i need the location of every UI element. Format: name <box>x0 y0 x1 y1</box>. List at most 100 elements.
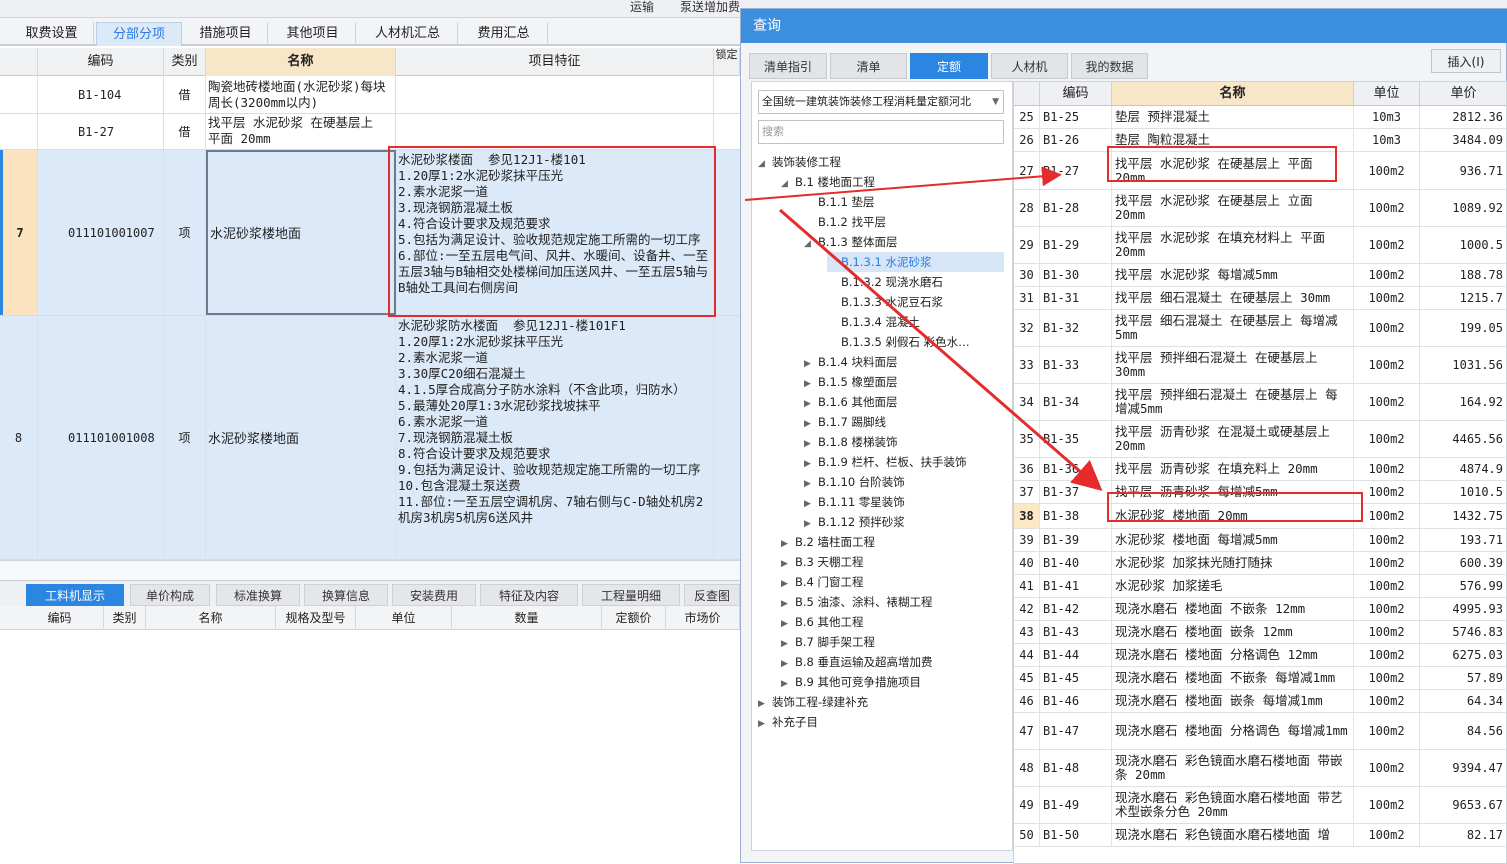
tab-other-items[interactable]: 其他项目 <box>270 22 356 46</box>
col-code[interactable]: 编码 <box>38 48 164 76</box>
quota-row[interactable]: 48 B1-48 现浇水磨石 彩色镜面水磨石楼地面 带嵌条 20mm 100m2 939… <box>1014 750 1506 787</box>
tree-item[interactable]: ◢ B.1 楼地面工程 <box>781 172 875 192</box>
row-name[interactable]: 水泥砂浆楼地面 <box>206 316 396 559</box>
dtab-labor-material[interactable]: 人材机 <box>991 53 1068 79</box>
collapse-icon[interactable]: ◢ <box>758 154 772 174</box>
quota-row[interactable]: 43 B1-43 现浇水磨石 楼地面 嵌条 12mm 100m2 5746.83 <box>1014 621 1506 644</box>
row-name[interactable]: 找平层 水泥砂浆 在硬基层上 平面 20mm <box>206 114 396 149</box>
quota-row[interactable]: 34 B1-34 找平层 预拌细石混凝土 在硬基层上 每增减5mm 100m2 164.… <box>1014 384 1506 421</box>
tab-labor-material-display[interactable]: 工料机显示 <box>26 584 124 606</box>
bcol-spec[interactable]: 规格及型号 <box>276 606 356 630</box>
quota-row[interactable]: 25 B1-25 垫层 预拌混凝土 10m3 2812.36 <box>1014 106 1506 129</box>
tab-measures[interactable]: 措施项目 <box>184 22 268 46</box>
tree-item[interactable]: ▶ B.4 门窗工程 <box>781 572 864 592</box>
rcol-price[interactable]: 单价 <box>1420 82 1506 106</box>
row-name[interactable]: 陶瓷地砖楼地面(水泥砂浆)每块周长(3200mm以内) <box>206 76 396 113</box>
expand-icon[interactable]: ▶ <box>804 494 818 514</box>
quota-library-select[interactable]: 全国统一建筑装饰装修工程消耗量定额河北 ▼ <box>758 90 1004 114</box>
dialog-title[interactable]: 查询 <box>741 9 1507 43</box>
quota-row[interactable]: 44 B1-44 现浇水磨石 楼地面 分格调色 12mm 100m2 6275.03 <box>1014 644 1506 667</box>
tab-labor-material-summary[interactable]: 人材机汇总 <box>358 22 458 46</box>
collapse-icon[interactable]: ◢ <box>781 174 795 194</box>
tree-item[interactable]: ▶ B.2 墙柱面工程 <box>781 532 875 552</box>
tree-item[interactable]: ▶ B.1.10 台阶装饰 <box>804 472 905 492</box>
insert-button[interactable]: 插入(I) <box>1431 49 1501 73</box>
quota-row[interactable]: 30 B1-30 找平层 水泥砂浆 每增减5mm 100m2 188.78 <box>1014 264 1506 287</box>
dtab-quota[interactable]: 定额 <box>910 53 988 79</box>
expand-icon[interactable]: ▶ <box>758 714 772 734</box>
expand-icon[interactable]: ▶ <box>804 434 818 454</box>
table-row[interactable]: B1-27 借 找平层 水泥砂浆 在硬基层上 平面 20mm <box>0 114 740 150</box>
quota-row[interactable]: 50 B1-50 现浇水磨石 彩色镜面水磨石楼地面 增 100m2 82.17 <box>1014 824 1506 847</box>
bcol-unit[interactable]: 单位 <box>356 606 452 630</box>
table-row[interactable]: B1-104 借 陶瓷地砖楼地面(水泥砂浆)每块周长(3200mm以内) <box>0 76 740 114</box>
expand-icon[interactable]: ▶ <box>781 594 795 614</box>
expand-icon[interactable]: ▶ <box>781 554 795 574</box>
quota-row[interactable]: 32 B1-32 找平层 细石混凝土 在硬基层上 每增减5mm 100m2 199.05 <box>1014 310 1506 347</box>
dtab-bill-guide[interactable]: 清单指引 <box>749 53 827 79</box>
tree-item[interactable]: ◢ B.1.3 整体面层 <box>804 232 898 252</box>
tree-item[interactable]: B.1.2 找平层 <box>804 212 886 232</box>
tree-item[interactable]: ◢ 装饰装修工程 <box>758 152 841 172</box>
col-feature[interactable]: 项目特征 <box>396 48 714 76</box>
tree-item[interactable]: B.1.3.4 混凝土 <box>827 312 920 332</box>
tree-item[interactable]: ▶ B.1.12 预拌砂浆 <box>804 512 905 532</box>
tree-item[interactable]: ▶ 补充子目 <box>758 712 818 732</box>
expand-icon[interactable]: ▶ <box>781 574 795 594</box>
expand-icon[interactable]: ▶ <box>804 474 818 494</box>
expand-icon[interactable]: ▶ <box>758 694 772 714</box>
tree-item[interactable]: B.1.1 垫层 <box>804 192 875 212</box>
expand-icon[interactable]: ▶ <box>781 534 795 554</box>
tree-item[interactable]: ▶ B.5 油漆、涂料、裱糊工程 <box>781 592 933 612</box>
rcol-code[interactable]: 编码 <box>1040 82 1112 106</box>
tab-unit-price-breakdown[interactable]: 单价构成 <box>130 584 210 606</box>
tab-standard-conversion[interactable]: 标准换算 <box>216 584 300 606</box>
expand-icon[interactable]: ▶ <box>781 634 795 654</box>
quota-row[interactable]: 33 B1-33 找平层 预拌细石混凝土 在硬基层上 30mm 100m2 1031.5… <box>1014 347 1506 384</box>
row-feature[interactable] <box>396 76 714 113</box>
quota-row[interactable]: 36 B1-36 找平层 沥青砂浆 在填充料上 20mm 100m2 4874.9 <box>1014 458 1506 481</box>
tab-feature-content[interactable]: 特征及内容 <box>480 584 578 606</box>
quota-row[interactable]: 40 B1-40 水泥砂浆 加浆抹光随打随抹 100m2 600.39 <box>1014 552 1506 575</box>
tree-item[interactable]: ▶ 装饰工程-绿建补充 <box>758 692 868 712</box>
bcol-market-price[interactable]: 市场价 <box>666 606 740 630</box>
quota-row[interactable]: 45 B1-45 现浇水磨石 楼地面 不嵌条 每增减1mm 100m2 57.89 <box>1014 667 1506 690</box>
expand-icon[interactable]: ▶ <box>804 454 818 474</box>
rcol-name[interactable]: 名称 <box>1112 82 1354 106</box>
tree-item[interactable]: B.1.3.1 水泥砂浆 <box>827 252 1004 272</box>
row-feature[interactable]: 水泥砂浆防水楼面 参见12J1-楼101F1 1.20厚1:2水泥砂浆抹平压光 … <box>396 316 714 559</box>
dtab-my-data[interactable]: 我的数据 <box>1071 53 1148 79</box>
expand-icon[interactable]: ▶ <box>804 374 818 394</box>
bcol-qty[interactable]: 数量 <box>452 606 602 630</box>
tree-item[interactable]: ▶ B.1.8 楼梯装饰 <box>804 432 898 452</box>
tree-item[interactable]: B.1.3.5 剁假石 彩色水… <box>827 332 970 352</box>
tab-fee-settings[interactable]: 取费设置 <box>10 22 94 46</box>
tree-item[interactable]: ▶ B.7 脚手架工程 <box>781 632 875 652</box>
tree-item[interactable]: ▶ B.1.11 零星装饰 <box>804 492 905 512</box>
rcol-unit[interactable]: 单位 <box>1354 82 1420 106</box>
row-name-editing[interactable]: 水泥砂浆楼地面 <box>206 150 396 315</box>
bcol-code[interactable]: 编码 <box>16 606 104 630</box>
quota-row[interactable]: 28 B1-28 找平层 水泥砂浆 在硬基层上 立面 20mm 100m2 1089.9… <box>1014 190 1506 227</box>
tree-item[interactable]: B.1.3.2 现浇水磨石 <box>827 272 943 292</box>
tree-item[interactable]: ▶ B.6 其他工程 <box>781 612 864 632</box>
search-input[interactable]: 搜索 <box>758 120 1004 144</box>
tab-conversion-info[interactable]: 换算信息 <box>304 584 388 606</box>
quota-row[interactable]: 31 B1-31 找平层 细石混凝土 在硬基层上 30mm 100m2 1215.7 <box>1014 287 1506 310</box>
row-feature[interactable] <box>396 114 714 149</box>
quota-row[interactable]: 35 B1-35 找平层 沥青砂浆 在混凝土或硬基层上 20mm 100m2 4465.… <box>1014 421 1506 458</box>
tree-item[interactable]: ▶ B.1.4 块料面层 <box>804 352 898 372</box>
toolbar-item-pump[interactable]: 泵送增加费 <box>680 0 740 15</box>
tree-item[interactable]: ▶ B.1.5 橡塑面层 <box>804 372 898 392</box>
tree-item[interactable]: B.1.3.3 水泥豆石浆 <box>827 292 943 312</box>
bcol-name[interactable]: 名称 <box>146 606 276 630</box>
bcol-type[interactable]: 类别 <box>104 606 146 630</box>
quota-row[interactable]: 41 B1-41 水泥砂浆 加浆搓毛 100m2 576.99 <box>1014 575 1506 598</box>
table-row[interactable]: 8 011101001008 项 水泥砂浆楼地面 水泥砂浆防水楼面 参见12J1… <box>0 316 740 560</box>
bcol-quota-price[interactable]: 定额价 <box>602 606 666 630</box>
col-lock[interactable]: 锁定 <box>714 48 740 76</box>
quota-row[interactable]: 46 B1-46 现浇水磨石 楼地面 嵌条 每增减1mm 100m2 64.34 <box>1014 690 1506 713</box>
tab-install-fee[interactable]: 安装费用 <box>392 584 476 606</box>
tree-item[interactable]: ▶ B.1.6 其他面层 <box>804 392 898 412</box>
tab-reverse-lookup[interactable]: 反查图 <box>684 584 740 606</box>
